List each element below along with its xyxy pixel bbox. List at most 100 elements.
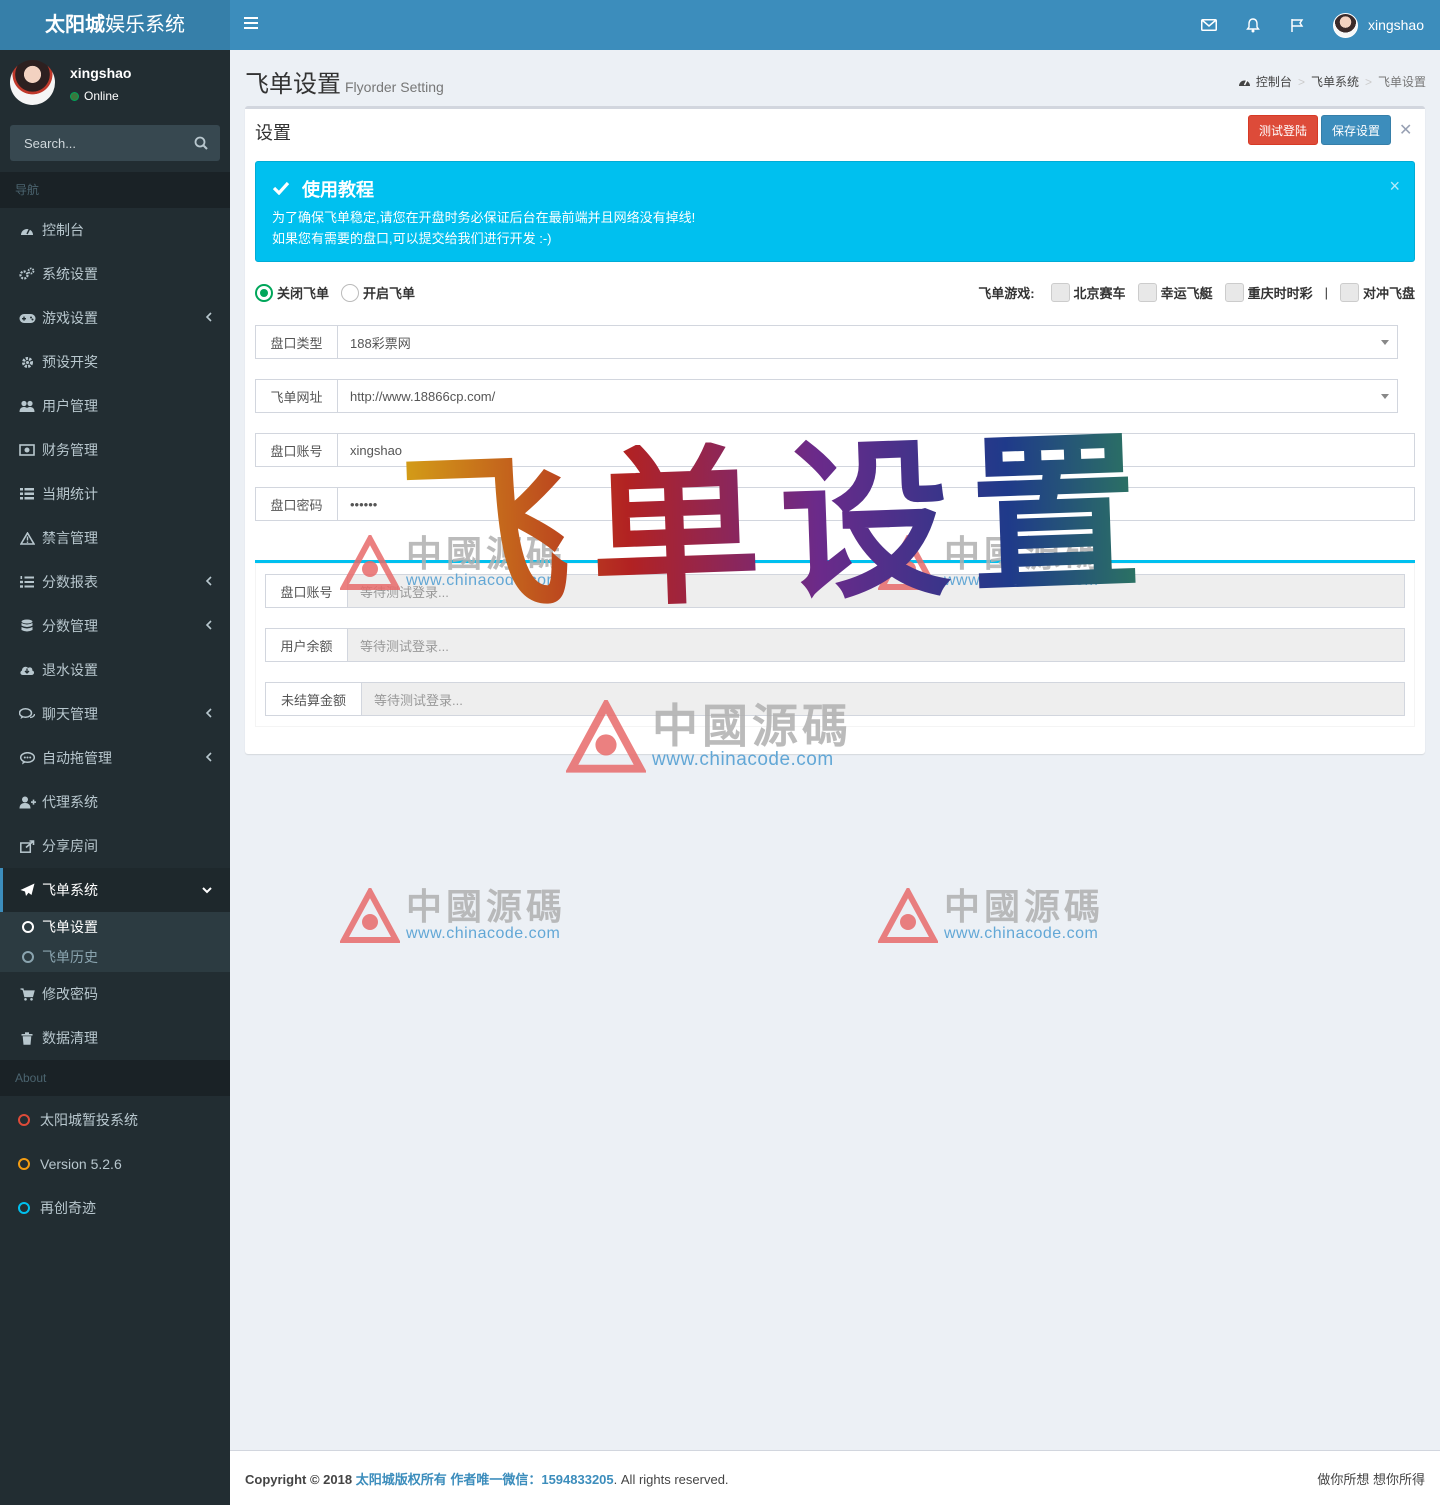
footer-slogan: 做你所想 想你所得 [1317,1472,1425,1487]
submenu-item-flyorder-history[interactable]: 飞单历史 [0,942,230,972]
sidebar-item[interactable]: 用户管理 [0,384,230,428]
platform-type-select[interactable]: 188彩票网 [337,325,1398,359]
commenting-icon [18,751,36,765]
submenu-item-flyorder-setting[interactable]: 飞单设置 [0,912,230,942]
checkbox-game-hedge[interactable]: 对冲飞盘 [1339,283,1415,302]
close-icon[interactable]: ✕ [1399,120,1412,140]
trash-icon [18,1031,36,1045]
separator: | [1324,285,1328,300]
sidebar-item[interactable]: 预设开奖 [0,340,230,384]
avatar [1332,12,1358,38]
sidebar-item[interactable]: 禁言管理 [0,516,230,560]
watermark-logo-icon [340,888,400,943]
sidebar-item-label: 分数报表 [42,574,98,590]
search-icon[interactable] [194,136,208,150]
chevron-left-icon [205,751,212,765]
envelope-icon[interactable] [1187,0,1231,50]
about-item[interactable]: Version 5.2.6 [0,1142,230,1186]
sidebar-item-label: 用户管理 [42,398,98,414]
save-settings-button[interactable]: 保存设置 [1321,115,1391,145]
checkbox-icon [1224,283,1244,302]
nav-header: 导航 [0,172,230,208]
user-name: xingshao [70,65,132,81]
page-subtitle: Flyorder Setting [345,79,444,95]
checkbox-game-bjsc[interactable]: 北京赛车 [1050,283,1126,302]
breadcrumb-item[interactable]: 控制台 [1256,73,1292,90]
tutorial-callout: 使用教程 为了确保飞单稳定,请您在开盘时务必保证后台在最前端并且网络没有掉线! … [255,161,1415,262]
sidebar-item-label: 游戏设置 [42,310,98,326]
sidebar-item-label: 退水设置 [42,662,98,678]
breadcrumb-item[interactable]: 飞单系统 [1311,73,1359,90]
online-dot-icon [70,91,79,101]
sidebar-item[interactable]: 游戏设置 [0,296,230,340]
watermark-title: 飞单设置 [396,411,1164,639]
avatar [10,60,55,105]
games-label: 飞单游戏: [978,286,1035,301]
user-menu[interactable]: xingshao [1332,12,1424,38]
radio-checked-icon [255,283,273,302]
callout-text: 如果您有需要的盘口,可以提交给我们进行开发 :-) [272,231,552,246]
sidebar-item-label: 聊天管理 [42,706,98,722]
search-input[interactable] [10,125,180,161]
about-item-label: 太阳城暂投系统 [40,1112,138,1128]
sidebar-item[interactable]: 修改密码 [0,972,230,1016]
checkbox-game-cqssc[interactable]: 重庆时时彩 [1224,283,1313,302]
chevron-left-icon [205,575,212,589]
sidebar-item-label: 财务管理 [42,442,98,458]
page-title: 飞单设置 Flyorder Setting [245,71,444,98]
sidebar-item[interactable]: 分数管理 [0,604,230,648]
warning-icon [18,531,36,545]
radio-open-flyorder[interactable]: 开启飞单 [341,283,415,302]
footer: Copyright © 2018 太阳城版权所有 作者唯一微信：15948332… [230,1450,1440,1505]
radio-close-flyorder[interactable]: 关闭飞单 [255,283,329,302]
about-item[interactable]: 太阳城暂投系统 [0,1098,230,1142]
dashboard-icon [1238,76,1251,87]
callout-close-icon[interactable]: × [1389,176,1400,197]
app-logo[interactable]: 太阳城娱乐系统 [0,0,230,50]
flag-icon[interactable] [1275,0,1319,50]
sidebar-item-label: 禁言管理 [42,530,98,546]
sidebar-item[interactable]: 系统设置 [0,252,230,296]
sidebar-item[interactable]: 飞单系统 [0,868,230,912]
sidebar-item-label: 当期统计 [42,486,98,502]
gamepad-icon [18,311,36,325]
list-icon [18,487,36,501]
sidebar-item[interactable]: 自动拖管理 [0,736,230,780]
sidebar-item[interactable]: 当期统计 [0,472,230,516]
sidebar-item[interactable]: 分享房间 [0,824,230,868]
chevron-left-icon [205,707,212,721]
sidebar-toggle-icon[interactable] [244,17,258,33]
sidebar-item-label: 控制台 [42,222,84,238]
database-icon [18,619,36,633]
share-icon [18,839,36,853]
sidebar-item[interactable]: 代理系统 [0,780,230,824]
sidebar-item[interactable]: 财务管理 [0,428,230,472]
about-item[interactable]: 再创奇迹 [0,1186,230,1230]
sidebar-item-label: 预设开奖 [42,354,98,370]
status-unsettled-field: 等待测试登录... [361,682,1405,716]
dashboard-icon [18,223,36,237]
chevron-left-icon [205,311,212,325]
comments-icon [18,707,36,721]
box-title: 设置 [255,123,291,143]
sidebar-item[interactable]: 聊天管理 [0,692,230,736]
field-label: 用户余额 [265,628,347,662]
sidebar-item[interactable]: 分数报表 [0,560,230,604]
sidebar-item[interactable]: 控制台 [0,208,230,252]
checkbox-game-xyft[interactable]: 幸运飞艇 [1137,283,1213,302]
flyorder-toggle: 关闭飞单 开启飞单 [255,283,427,302]
flyorder-url-select[interactable]: http://www.18866cp.com/ [337,379,1398,413]
caret-down-icon [1381,394,1389,399]
sidebar-item-label: 修改密码 [42,986,98,1002]
test-login-button[interactable]: 测试登陆 [1248,115,1318,145]
sidebar-item-label: 自动拖管理 [42,750,112,766]
online-status: Online [70,89,119,103]
watermark: 中國源碼www.chinacode.com [566,700,852,774]
field-label: 未结算金额 [265,682,361,716]
sidebar-item[interactable]: 退水设置 [0,648,230,692]
footer-link[interactable]: 太阳城版权所有 作者唯一微信：1594833205 [356,1472,614,1487]
paper-plane-icon [18,883,36,897]
sidebar-item[interactable]: 数据清理 [0,1016,230,1060]
bell-icon[interactable] [1231,0,1275,50]
watermark: 中國源碼www.chinacode.com [340,888,566,944]
